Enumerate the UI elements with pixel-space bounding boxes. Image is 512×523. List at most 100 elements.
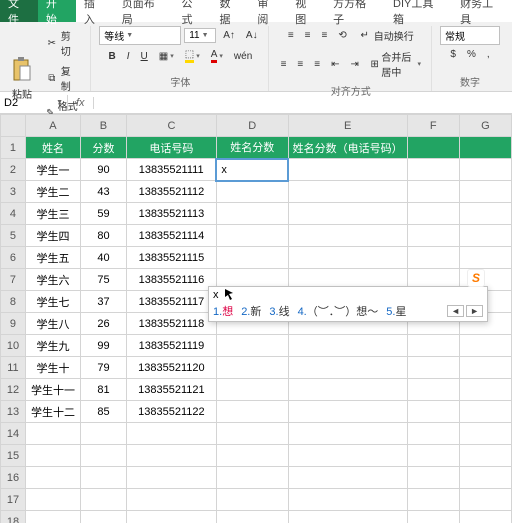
font-name-select[interactable]: 等线▼ (99, 26, 181, 45)
row-header[interactable]: 2 (1, 159, 26, 181)
cell[interactable] (25, 423, 80, 445)
cell[interactable]: 13835521113 (126, 203, 216, 225)
cell[interactable]: 13835521122 (126, 401, 216, 423)
cell[interactable] (407, 159, 459, 181)
cell[interactable] (216, 203, 288, 225)
tab-baibao[interactable]: 财务工具 (452, 0, 512, 22)
cell[interactable]: 学生二 (25, 181, 80, 203)
cell[interactable]: 学生三 (25, 203, 80, 225)
number-format-select[interactable]: 常规 (440, 26, 500, 45)
currency-button[interactable]: $ (446, 47, 460, 62)
cell[interactable] (407, 247, 459, 269)
tab-file[interactable]: 文件 (0, 0, 38, 22)
row-header[interactable]: 17 (1, 489, 26, 511)
cell[interactable]: 43 (81, 181, 127, 203)
increase-font-button[interactable]: A↑ (219, 28, 239, 43)
cell[interactable] (407, 225, 459, 247)
cell[interactable]: 电话号码 (126, 137, 216, 159)
cell[interactable]: 学生七 (25, 291, 80, 313)
tab-layout[interactable]: 页面布局 (114, 0, 174, 22)
cell[interactable] (459, 247, 511, 269)
cut-button[interactable]: ✂剪切 (41, 26, 84, 60)
cell[interactable]: 姓名 (25, 137, 80, 159)
cell[interactable] (459, 203, 511, 225)
cell[interactable] (459, 401, 511, 423)
cell[interactable] (216, 225, 288, 247)
cell[interactable] (216, 489, 288, 511)
cell[interactable] (459, 511, 511, 523)
cell[interactable] (126, 423, 216, 445)
cell[interactable]: 85 (81, 401, 127, 423)
cell[interactable]: 分数 (81, 137, 127, 159)
italic-button[interactable]: I (123, 49, 134, 64)
tab-data[interactable]: 数据 (211, 0, 249, 22)
col-header-F[interactable]: F (407, 115, 459, 137)
cell[interactable] (407, 357, 459, 379)
cell[interactable]: 姓名分数（电话号码） (288, 137, 407, 159)
row-header[interactable]: 14 (1, 423, 26, 445)
grid-container[interactable]: ABCDEFG1姓名分数电话号码姓名分数姓名分数（电话号码）2学生一901383… (0, 114, 512, 523)
copy-button[interactable]: ⧉复制 (41, 61, 84, 95)
cell[interactable] (407, 181, 459, 203)
cell[interactable]: 81 (81, 379, 127, 401)
row-header[interactable]: 10 (1, 335, 26, 357)
row-header[interactable]: 5 (1, 225, 26, 247)
cell[interactable]: 13835521121 (126, 379, 216, 401)
cell[interactable] (216, 181, 288, 203)
underline-button[interactable]: U (137, 49, 152, 64)
col-header-E[interactable]: E (288, 115, 407, 137)
ime-candidate[interactable]: 3.线 (269, 303, 289, 319)
cell[interactable] (288, 467, 407, 489)
ime-candidate[interactable]: 4.（︶．︶）想～ (298, 303, 379, 319)
cell[interactable] (25, 467, 80, 489)
ime-next-button[interactable]: ► (466, 305, 483, 317)
row-header[interactable]: 7 (1, 269, 26, 291)
cell[interactable] (25, 511, 80, 523)
border-button[interactable]: ▦▾ (155, 49, 178, 64)
row-header[interactable]: 11 (1, 357, 26, 379)
ime-candidate[interactable]: 1.想 (213, 303, 233, 319)
cell[interactable] (407, 445, 459, 467)
cell[interactable] (81, 467, 127, 489)
cell[interactable]: 学生一 (25, 159, 80, 181)
row-header[interactable]: 8 (1, 291, 26, 313)
col-header-D[interactable]: D (216, 115, 288, 137)
tab-home[interactable]: 开始 (38, 0, 76, 22)
col-header-C[interactable]: C (126, 115, 216, 137)
cell[interactable]: 学生八 (25, 313, 80, 335)
cell[interactable] (459, 335, 511, 357)
cell[interactable] (25, 445, 80, 467)
cell[interactable]: 学生五 (25, 247, 80, 269)
cell[interactable] (288, 489, 407, 511)
cell[interactable] (288, 511, 407, 523)
cell[interactable] (126, 511, 216, 523)
percent-button[interactable]: % (463, 47, 480, 62)
tab-view[interactable]: 视图 (287, 0, 325, 22)
cell[interactable]: 37 (81, 291, 127, 313)
name-box[interactable]: D2▼ (0, 95, 68, 111)
cell[interactable] (288, 247, 407, 269)
indent-inc-button[interactable]: ⇥ (347, 57, 363, 72)
cell[interactable] (459, 225, 511, 247)
font-color-button[interactable]: A▾ (207, 47, 227, 65)
cell[interactable] (407, 401, 459, 423)
cell[interactable] (216, 357, 288, 379)
cell[interactable]: 99 (81, 335, 127, 357)
cell[interactable]: 90 (81, 159, 127, 181)
cell[interactable] (407, 489, 459, 511)
cell[interactable]: 学生十 (25, 357, 80, 379)
decrease-font-button[interactable]: A↓ (242, 28, 262, 43)
merge-button[interactable]: ⊞合并后居中▾ (366, 47, 425, 81)
row-header[interactable]: 3 (1, 181, 26, 203)
indent-dec-button[interactable]: ⇤ (327, 57, 343, 72)
select-all-corner[interactable] (1, 115, 26, 137)
cell[interactable] (81, 489, 127, 511)
cell[interactable] (81, 511, 127, 523)
cell[interactable] (407, 379, 459, 401)
wrap-button[interactable]: ↵自动换行 (354, 26, 418, 45)
phonetic-button[interactable]: wén (230, 49, 256, 64)
ime-prev-button[interactable]: ◄ (447, 305, 464, 317)
align-bottom-button[interactable]: ≡ (318, 28, 332, 43)
row-header[interactable]: 12 (1, 379, 26, 401)
cell[interactable]: 13835521112 (126, 181, 216, 203)
